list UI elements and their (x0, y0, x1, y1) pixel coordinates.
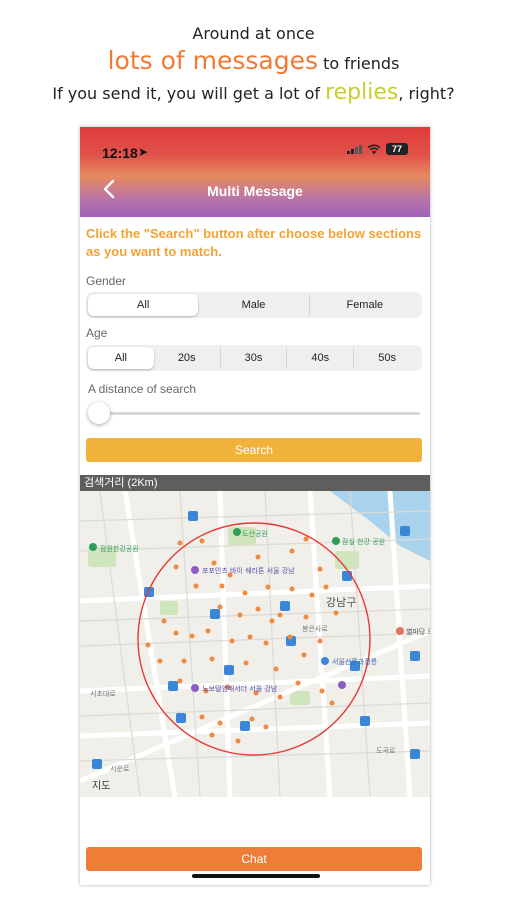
gender-option-male[interactable]: Male (198, 294, 310, 316)
gender-option-female[interactable]: Female (310, 294, 420, 316)
map-canvas: 도산공원 잠원한강공원 포포인츠 바이 쉐라톤 서울 강남 노보텔앰배서더 서울… (80, 491, 430, 797)
wifi-icon (367, 144, 381, 154)
promo-line-1: Around at once (192, 24, 315, 43)
distance-slider-track[interactable] (96, 412, 420, 415)
map-road-2: 도곡로 (376, 747, 396, 755)
battery-icon: 77 (386, 143, 408, 155)
chat-button[interactable]: Chat (86, 847, 422, 871)
location-arrow-icon: ➤ (138, 145, 149, 159)
promo-highlight-replies: replies (325, 80, 399, 105)
promo-text-friends: to friends (318, 54, 400, 73)
signal-icon (347, 144, 362, 154)
distance-slider-thumb[interactable] (88, 402, 110, 424)
map-view[interactable]: 도산공원 잠원한강공원 포포인츠 바이 쉐라톤 서울 강남 노보텔앰배서더 서울… (80, 491, 430, 797)
age-option-all[interactable]: All (88, 347, 154, 369)
map-label-place-1: 도산공원 (242, 529, 268, 538)
gender-option-all[interactable]: All (88, 294, 199, 316)
page-title: Multi Message (207, 183, 303, 199)
map-road-3: 서초대로 (90, 689, 116, 698)
promo-text-right: , right? (398, 84, 455, 103)
promo-text-send: If you send it, you will get a lot of (52, 84, 326, 103)
map-district-label: 강남구 (326, 596, 356, 609)
status-icons: 77 (347, 143, 408, 155)
map-label-place-5: 서울선릉과정릉 (332, 657, 378, 666)
home-indicator (192, 874, 320, 878)
age-segmented-control: All 20s 30s 40s 50s (86, 345, 422, 371)
age-label: Age (86, 326, 108, 340)
map-label-place-2: 잠원한강공원 (100, 544, 139, 553)
map-attribution: 지도 (92, 780, 110, 792)
map-distance-header: 검색거리 (2Km) (80, 475, 430, 491)
promo-line-2: lots of messages to friends (0, 46, 507, 75)
map-label-place-6: 잠실 한강 공원 (342, 537, 385, 546)
app-header: 12:18 ➤ 77 Multi Message (80, 127, 430, 217)
age-option-50s[interactable]: 50s (354, 347, 420, 369)
promo-line-3: If you send it, you will get a lot of re… (0, 80, 507, 105)
status-time: 12:18 (102, 145, 138, 161)
gender-label: Gender (86, 274, 127, 288)
distance-label: A distance of search (88, 382, 197, 396)
map-label-place-7: 별마당 도 (406, 627, 430, 636)
map-label-place-3: 포포인츠 바이 쉐라톤 서울 강남 (202, 566, 295, 575)
map-label-place-4: 노보텔앰배서더 서울 강남 (202, 684, 278, 693)
age-option-20s[interactable]: 20s (154, 347, 221, 369)
map-road-4: 서운로 (110, 764, 130, 773)
instruction-text: Click the "Search" button after choose b… (86, 226, 422, 259)
promo-highlight-messages: lots of messages (107, 46, 319, 75)
age-option-30s[interactable]: 30s (221, 347, 288, 369)
age-option-40s[interactable]: 40s (287, 347, 355, 369)
search-button[interactable]: Search (86, 438, 422, 462)
phone-screen: 12:18 ➤ 77 Multi Message Click the "Sear… (80, 127, 430, 885)
map-road-1: 봉은사로 (302, 624, 328, 633)
gender-segmented-control: All Male Female (86, 292, 422, 318)
